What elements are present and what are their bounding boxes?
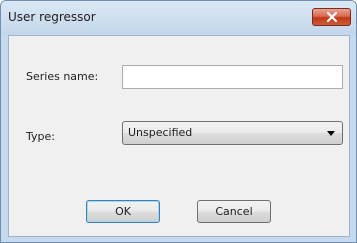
series-name-input[interactable] — [122, 65, 343, 89]
type-select[interactable]: Unspecified — [122, 121, 343, 145]
close-icon — [327, 12, 337, 22]
user-regressor-dialog: User regressor Series name: Type: Unspec… — [0, 0, 357, 243]
cancel-button[interactable]: Cancel — [197, 200, 271, 223]
type-label: Type: — [26, 130, 55, 143]
series-name-label: Series name: — [26, 70, 99, 83]
ok-button[interactable]: OK — [86, 200, 160, 223]
title-bar[interactable]: User regressor — [1, 1, 356, 35]
dialog-title: User regressor — [8, 10, 96, 24]
type-select-value: Unspecified — [128, 126, 193, 139]
close-button[interactable] — [312, 8, 351, 26]
chevron-down-icon — [327, 131, 335, 136]
